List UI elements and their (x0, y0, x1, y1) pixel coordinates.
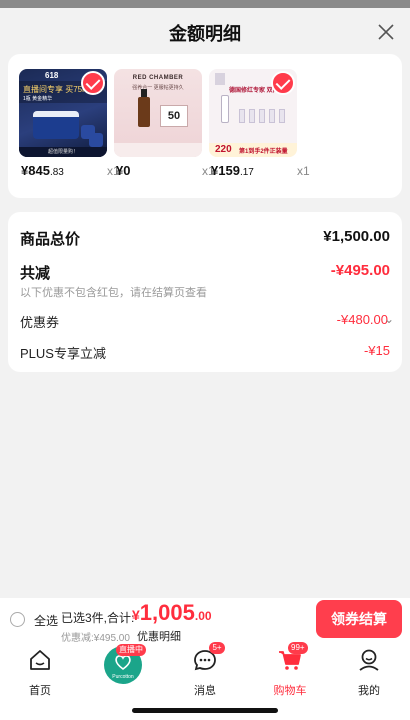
product-box-image (279, 109, 285, 123)
select-all-radio[interactable] (10, 612, 25, 627)
product-box-image (239, 109, 245, 123)
coupon-label: 优惠券 (20, 315, 60, 330)
discount-detail-link[interactable]: 优惠明细 (137, 628, 181, 644)
product-item[interactable]: RED CHAMBER 强养合一 更服帖更持久 50 ¥0 x1 (114, 69, 215, 181)
product-mini-image (89, 133, 103, 147)
coupon-value: -¥480.00 (336, 312, 388, 327)
product-bottle-image (221, 95, 229, 123)
messages-badge: 5+ (209, 642, 225, 654)
live-brand-name: Purcotton (112, 674, 134, 680)
product-item[interactable]: 618 直播间专享 买75ml赠 1瓶 黄金精华 超值限量购！ ¥845.83 … (19, 69, 120, 181)
discount-amount: 优惠减:¥495.00 (61, 633, 130, 644)
plus-discount-label: PLUS专享立减 (20, 346, 106, 361)
tab-home[interactable]: 首页 (10, 646, 70, 698)
tab-mine[interactable]: 我的 (339, 646, 399, 698)
total-price-value: ¥1,500.00 (323, 228, 390, 245)
thumb-strip: 220 第1到手2件正装量 (209, 143, 297, 157)
thumb-footer (114, 143, 202, 157)
product-quantity: x1 (297, 164, 310, 178)
product-bottle-image (138, 97, 150, 127)
price-summary: 商品总价 ¥1,500.00 共减 -¥495.00 以下优惠不包含红包，请在结… (8, 212, 402, 372)
tab-cart-label: 购物车 (273, 685, 307, 697)
checked-icon[interactable] (81, 71, 105, 95)
sheet-title: 金额明细 (169, 24, 241, 44)
thumb-tag: 50 (160, 105, 188, 127)
tab-cart[interactable]: 99+ 购物车 (260, 642, 320, 698)
status-bar-backdrop (0, 0, 410, 8)
tab-messages[interactable]: 5+ 消息 (175, 642, 235, 698)
tab-home-label: 首页 (29, 685, 51, 697)
checked-icon[interactable] (271, 71, 295, 95)
plus-discount-value: -¥15 (363, 343, 390, 358)
checkout-bar: 全选 已选3件,合计: ¥1,005.00 优惠减:¥495.00 优惠明细 领… (0, 598, 410, 644)
thumb-subtext: 强养合一 更服帖更持久 (132, 85, 184, 91)
reduction-note: 以下优惠不包含红包，请在结算页查看 (20, 287, 207, 299)
sheet-header: 金额明细 (0, 8, 410, 56)
product-thumbnail[interactable]: RED CHAMBER 强养合一 更服帖更持久 50 (114, 69, 202, 157)
product-thumbnail[interactable]: 德国修红专家 双向修护 220 第1到手2件正装量 (209, 69, 297, 157)
select-all-label[interactable]: 全选 (34, 612, 58, 629)
tab-mine-label: 我的 (358, 685, 380, 697)
cart-badge: 99+ (288, 642, 308, 654)
thumb-brand: RED CHAMBER (132, 75, 184, 81)
total-price-label: 商品总价 (20, 231, 81, 248)
product-box-image (259, 109, 265, 123)
product-price: ¥159.17 (211, 163, 254, 178)
tab-messages-label: 消息 (194, 685, 216, 697)
close-icon[interactable] (376, 22, 396, 42)
thumb-subtext: 1瓶 黄金精华 (23, 96, 53, 102)
product-price: ¥845.83 (21, 163, 64, 178)
amount-detail-sheet: 金额明细 618 直播间专享 买75ml赠 1瓶 黄金精华 超值限量购！ ¥84… (0, 8, 410, 598)
promo-badge: 618 (45, 71, 59, 80)
checkout-button[interactable]: 领券结算 (316, 600, 402, 638)
product-box-image (269, 109, 275, 123)
product-list: 618 直播间专享 买75ml赠 1瓶 黄金精华 超值限量购！ ¥845.83 … (8, 54, 402, 198)
reduction-label: 共减 (20, 265, 51, 282)
checkout-total: ¥1,005.00 (132, 600, 212, 625)
chevron-down-icon[interactable]: ⌄ (384, 312, 394, 326)
product-jar-image (33, 111, 79, 139)
thumb-strip-text: 第1到手2件正装量 (239, 149, 288, 155)
profile-icon (359, 649, 379, 671)
home-icon (30, 650, 50, 670)
product-item[interactable]: 德国修红专家 双向修护 220 第1到手2件正装量 ¥159.17 x1 (209, 69, 310, 181)
reduction-value: -¥495.00 (330, 262, 390, 279)
live-badge: 直播中 (116, 644, 146, 656)
brand-logo (215, 73, 225, 85)
selected-count: 已选3件,合计: (61, 611, 135, 625)
product-box-image (249, 109, 255, 123)
thumb-number: 220 (215, 144, 232, 155)
product-thumbnail[interactable]: 618 直播间专享 买75ml赠 1瓶 黄金精华 超值限量购！ (19, 69, 107, 157)
product-price: ¥0 (116, 163, 131, 178)
home-indicator (132, 708, 278, 713)
thumb-footer: 超值限量购！ (19, 147, 107, 157)
